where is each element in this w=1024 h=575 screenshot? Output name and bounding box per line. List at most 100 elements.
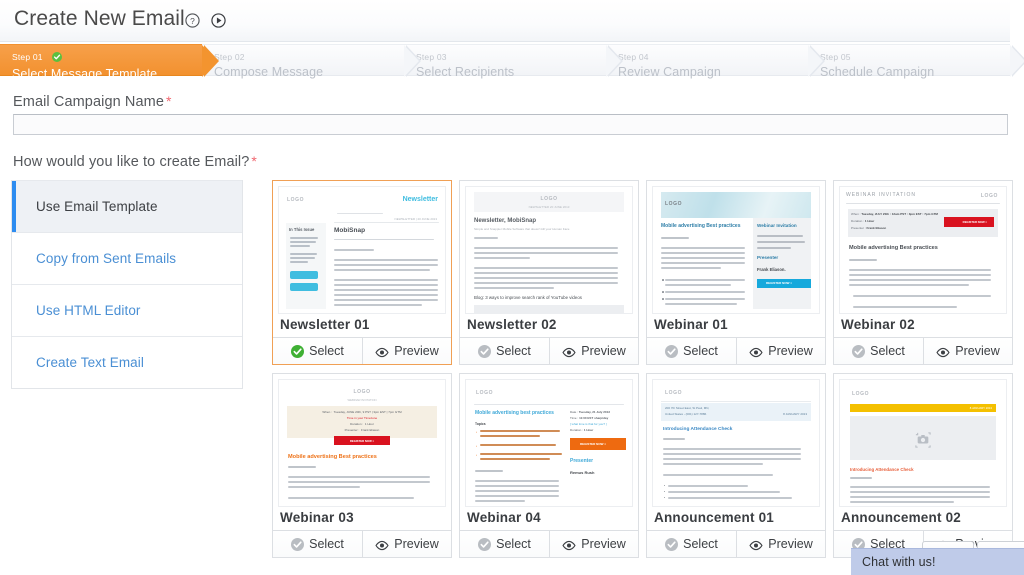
check-circle-icon (291, 345, 305, 358)
title-icon-group: ? (185, 13, 226, 28)
page-title: Create New Email (14, 7, 185, 30)
select-button-newsletter-02[interactable]: Select (460, 338, 549, 364)
sidebar-item-create-text-email[interactable]: Create Text Email (12, 336, 242, 388)
select-button-webinar-02[interactable]: Select (834, 338, 923, 364)
check-circle-icon (852, 345, 866, 358)
template-title-webinar-02: Webinar 02 (841, 317, 915, 332)
select-button-label: Select (309, 344, 344, 358)
preview-button-label: Preview (394, 537, 439, 551)
wizard-step-2[interactable]: Step 02 Compose Message (202, 44, 421, 79)
select-button-webinar-01[interactable]: Select (647, 338, 736, 364)
chat-widget[interactable]: Chat with us! (851, 548, 1024, 575)
template-card-webinar-04[interactable]: LOGO Mobile advertising best practices T… (459, 373, 639, 558)
select-button-newsletter-01[interactable]: Select (273, 338, 362, 364)
eye-icon (562, 347, 576, 358)
template-thumbnail-webinar-04: LOGO Mobile advertising best practices T… (465, 379, 633, 507)
template-card-webinar-03[interactable]: LOGO WEBINAR INVITATION When : Tuesday, … (272, 373, 452, 558)
wizard-step-4[interactable]: Step 04 Review Campaign (606, 44, 825, 79)
campaign-name-label: Email Campaign Name * (13, 93, 172, 110)
select-button-label: Select (496, 537, 531, 551)
sidebar-item-copy-from-sent-emails-label: Copy from Sent Emails (36, 251, 177, 266)
template-card-newsletter-02[interactable]: LOGO NEWSLETTER 20 JUNE 2013 Newsletter,… (459, 180, 639, 365)
sidebar-item-use-html-editor-label: Use HTML Editor (36, 303, 141, 318)
select-button-announcement-01[interactable]: Select (647, 531, 736, 557)
preview-button-webinar-03[interactable]: Preview (362, 531, 451, 557)
eye-icon (749, 540, 763, 551)
wizard-step-1-num: Step 01 (12, 52, 43, 62)
template-thumbnail-webinar-01: LOGO Mobile advertising Best practices W… (652, 186, 820, 314)
preview-button-newsletter-01[interactable]: Preview (362, 338, 451, 364)
template-thumbnail-webinar-02: WEBINAR INVITATION LOGO When : Tuesday, … (839, 186, 1007, 314)
check-circle-icon (478, 538, 492, 551)
preview-button-announcement-01[interactable]: Preview (736, 531, 825, 557)
sidebar-item-use-email-template[interactable]: Use Email Template (12, 180, 242, 232)
eye-icon (936, 347, 950, 358)
campaign-name-required-marker: * (166, 93, 172, 109)
preview-button-label: Preview (768, 344, 813, 358)
step-complete-check-icon (52, 49, 63, 67)
template-actions-newsletter-02: Select Preview (460, 337, 638, 364)
wizard-step-1[interactable]: Step 01 Select Message Template (0, 44, 219, 81)
template-title-newsletter-01: Newsletter 01 (280, 317, 370, 332)
template-title-webinar-04: Webinar 04 (467, 510, 541, 525)
campaign-name-input[interactable] (13, 114, 1008, 135)
wizard-step-1-label: Select Message Template (12, 67, 158, 81)
template-title-announcement-01: Announcement 01 (654, 510, 775, 525)
template-actions-webinar-03: Select Preview (273, 530, 451, 557)
select-button-webinar-04[interactable]: Select (460, 531, 549, 557)
wizard-step-3-label: Select Recipients (416, 65, 515, 79)
play-circle-icon[interactable] (211, 13, 226, 28)
preview-button-newsletter-02[interactable]: Preview (549, 338, 638, 364)
check-circle-icon (665, 345, 679, 358)
preview-button-webinar-04[interactable]: Preview (549, 531, 638, 557)
wizard-step-2-label: Compose Message (214, 65, 324, 79)
step-wizard: Step 01 Select Message Template Step 02 … (0, 44, 1024, 81)
select-button-label: Select (496, 344, 531, 358)
template-actions-newsletter-01: Select Preview (273, 337, 451, 364)
template-title-webinar-01: Webinar 01 (654, 317, 728, 332)
chat-widget-label: Chat with us! (862, 555, 936, 569)
template-card-newsletter-01[interactable]: LOGO Newsletter In This Issue NEWSLETTER… (272, 180, 452, 365)
select-button-label: Select (683, 344, 718, 358)
preview-button-label: Preview (768, 537, 813, 551)
app-page: Create New Email ? Step 01 Select Messag… (0, 0, 1024, 575)
template-thumbnail-announcement-02: LOGO 8 JANUARY 2013 Introducing Attendan… (839, 379, 1007, 507)
wizard-step-4-label: Review Campaign (618, 65, 721, 79)
wizard-step-5-label: Schedule Campaign (820, 65, 935, 79)
sidebar-item-copy-from-sent-emails[interactable]: Copy from Sent Emails (12, 232, 242, 284)
template-card-announcement-02[interactable]: LOGO 8 JANUARY 2013 Introducing Attendan… (833, 373, 1013, 558)
template-title-announcement-02: Announcement 02 (841, 510, 962, 525)
select-button-webinar-03[interactable]: Select (273, 531, 362, 557)
preview-button-webinar-01[interactable]: Preview (736, 338, 825, 364)
template-card-webinar-01[interactable]: LOGO Mobile advertising Best practices W… (646, 180, 826, 365)
template-actions-announcement-01: Select Preview (647, 530, 825, 557)
template-card-announcement-01[interactable]: LOGO 200 7th Street East, St Paul, MN, U… (646, 373, 826, 558)
help-circle-icon[interactable]: ? (185, 13, 200, 28)
create-method-list: Use Email Template Copy from Sent Emails… (11, 180, 243, 389)
create-method-required-marker: * (251, 153, 257, 169)
check-circle-icon (478, 345, 492, 358)
sidebar-item-use-html-editor[interactable]: Use HTML Editor (12, 284, 242, 336)
preview-button-webinar-02[interactable]: Preview (923, 338, 1012, 364)
svg-text:?: ? (190, 16, 195, 26)
eye-icon (375, 540, 389, 551)
sidebar-item-create-text-email-label: Create Text Email (36, 355, 144, 370)
preview-button-label: Preview (581, 344, 626, 358)
template-title-newsletter-02: Newsletter 02 (467, 317, 557, 332)
wizard-step-3[interactable]: Step 03 Select Recipients (404, 44, 623, 79)
wizard-step-5[interactable]: Step 05 Schedule Campaign (808, 44, 1024, 79)
template-thumbnail-announcement-01: LOGO 200 7th Street East, St Paul, MN, U… (652, 379, 820, 507)
create-method-label-text: How would you like to create Email? (13, 154, 250, 170)
select-button-label: Select (870, 344, 905, 358)
template-actions-webinar-01: Select Preview (647, 337, 825, 364)
check-circle-icon (291, 538, 305, 551)
template-card-webinar-02[interactable]: WEBINAR INVITATION LOGO When : Tuesday, … (833, 180, 1013, 365)
template-actions-webinar-02: Select Preview (834, 337, 1012, 364)
eye-icon (749, 347, 763, 358)
preview-button-label: Preview (394, 344, 439, 358)
campaign-name-label-text: Email Campaign Name (13, 94, 164, 110)
sidebar-item-use-email-template-label: Use Email Template (36, 199, 158, 214)
eye-icon (562, 540, 576, 551)
template-thumbnail-newsletter-02: LOGO NEWSLETTER 20 JUNE 2013 Newsletter,… (465, 186, 633, 314)
eye-icon (375, 347, 389, 358)
